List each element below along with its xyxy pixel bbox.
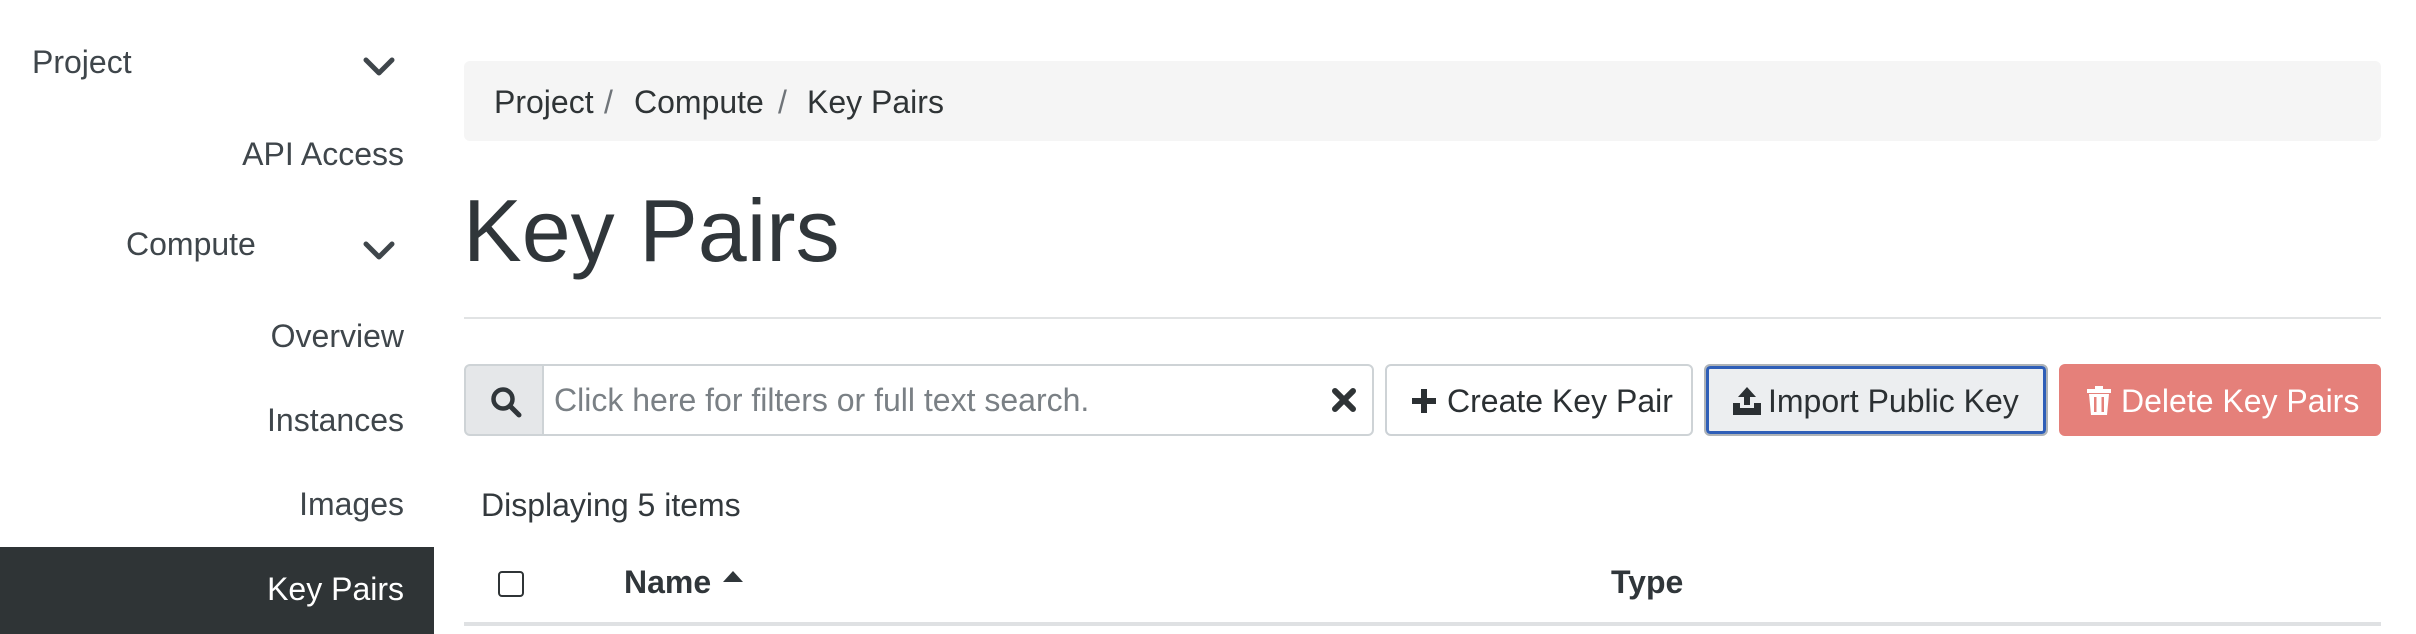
sidebar-item-project[interactable]: Project [0,40,434,90]
sidebar-item-label: API Access [242,136,404,172]
caret-up-icon [723,571,743,582]
chevron-down-icon [363,241,395,260]
create-key-pair-label: Create Key Pair [1447,383,1673,419]
delete-key-pairs-button[interactable]: Delete Key Pairs [2059,364,2381,436]
search-input[interactable] [542,364,1374,436]
search-icon [491,387,522,418]
breadcrumb-separator: / [778,84,787,120]
import-public-key-button[interactable]: Import Public Key [1704,364,2048,436]
chevron-down-icon [363,57,395,76]
trash-icon [2087,386,2111,415]
sidebar-item-compute[interactable]: Compute [0,222,434,272]
delete-key-pairs-label: Delete Key Pairs [2121,383,2360,419]
title-divider [464,317,2381,319]
app-page: Project API Access Compute Overview Inst… [0,0,2416,634]
column-header-type[interactable]: Type [1611,564,1683,601]
search-filter-group [464,364,1374,436]
sidebar-item-api-access[interactable]: API Access [0,130,434,180]
close-icon[interactable] [1330,386,1358,414]
sidebar-item-label: Images [299,486,404,522]
sidebar-item-key-pairs[interactable]: Key Pairs [0,547,434,634]
sidebar-item-overview[interactable]: Overview [0,314,434,364]
sidebar-item-label: Overview [270,318,404,354]
sidebar: Project API Access Compute Overview Inst… [0,0,434,634]
sidebar-item-images[interactable]: Images [0,482,434,532]
create-key-pair-button[interactable]: Create Key Pair [1385,364,1693,436]
column-header-name[interactable]: Name [624,564,711,601]
item-count: Displaying 5 items [481,487,741,523]
breadcrumb-separator: / [604,84,613,120]
plus-icon [1412,389,1436,413]
select-all-checkbox[interactable] [498,571,524,597]
breadcrumb-item-compute[interactable]: Compute [634,84,764,121]
breadcrumb: Project / Compute / Key Pairs [464,61,2381,141]
sidebar-item-label: Project [32,44,132,80]
search-addon[interactable] [464,364,544,436]
sidebar-item-instances[interactable]: Instances [0,398,434,448]
import-public-key-label: Import Public Key [1768,383,2019,419]
sidebar-item-label: Key Pairs [267,571,404,607]
upload-icon [1733,387,1761,415]
page-title: Key Pairs [463,181,840,280]
breadcrumb-item-key-pairs: Key Pairs [807,84,944,120]
sidebar-item-label: Compute [126,226,256,262]
table-header-row: Name Type [464,548,2381,624]
table-header-divider [464,622,2381,626]
breadcrumb-item-project[interactable]: Project [494,84,594,121]
sidebar-item-label: Instances [267,402,404,438]
